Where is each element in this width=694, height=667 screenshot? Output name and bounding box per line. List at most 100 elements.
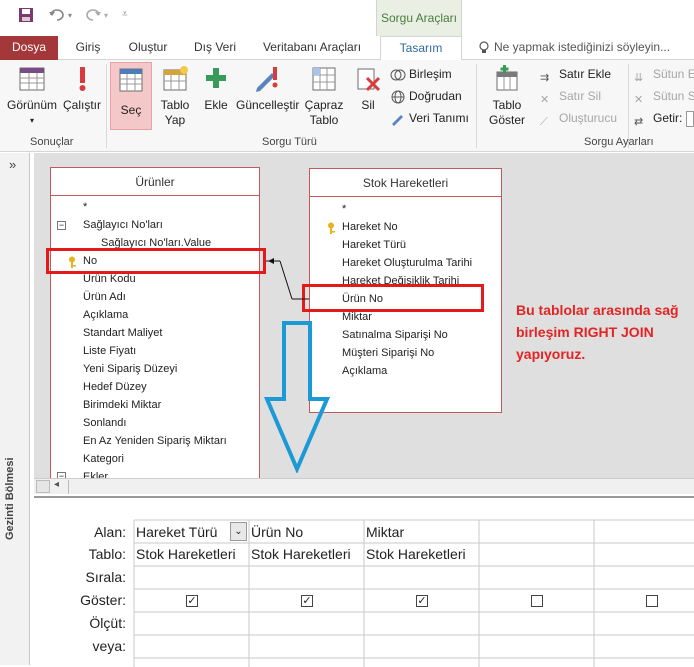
passthrough-label: Doğrudan (409, 89, 462, 103)
scroll-left-icon[interactable]: ◂ (54, 479, 59, 490)
show-checkbox[interactable]: ✓ (301, 595, 313, 607)
show-table-button[interactable]: Tablo Göster (482, 64, 532, 128)
insert-columns-button[interactable]: ⇊ Sütun Ek (634, 64, 694, 84)
run-label: Çalıştır (62, 98, 101, 112)
undo-icon[interactable] (48, 8, 66, 22)
grid-field-cell[interactable]: Hareket Türü (136, 524, 232, 540)
tell-me-input[interactable]: Ne yapmak istediğinizi söyleyin... (494, 36, 694, 60)
ribbon-separator (106, 64, 107, 148)
builder-button[interactable]: ⟋ Oluşturucu (540, 108, 617, 128)
lightbulb-icon (479, 41, 489, 53)
grid-row-label-sort: Sırala: (85, 569, 126, 585)
select-label: Seç (120, 103, 142, 117)
delete-query-icon (357, 68, 381, 92)
append-label: Ekle (204, 98, 228, 112)
show-checkbox[interactable] (646, 595, 658, 607)
delete-query-label: Sil (361, 98, 375, 112)
grid-row-label-table: Tablo: (88, 546, 126, 562)
union-icon (390, 69, 406, 81)
grid-row-label-or: veya: (92, 638, 126, 654)
nav-pane-toggle-icon[interactable]: » (9, 157, 16, 172)
ribbon: Görünüm ▾ Çalıştır Sonuçlar Seç Tablo Ya… (0, 60, 694, 152)
query-setup-group-label: Sorgu Ayarları (584, 136, 654, 148)
navigation-pane: » (0, 153, 30, 665)
run-button[interactable]: Çalıştır (60, 64, 104, 113)
insert-rows-button[interactable]: ⇉ Satır Ekle (540, 64, 611, 84)
show-table-icon (496, 65, 518, 91)
grid-table-cell[interactable]: Stok Hareketleri (251, 546, 363, 562)
scroll-thumb[interactable] (36, 480, 50, 493)
tab-design[interactable]: Tasarım (380, 36, 462, 61)
grid-lines (133, 519, 694, 667)
make-table-button[interactable]: Tablo Yap (154, 64, 196, 128)
table-design-area: Ürünler * − Sağlayıcı No'ları Sağlayıcı … (34, 153, 694, 479)
update-label: Güncelleştir (236, 98, 300, 112)
append-icon (206, 68, 226, 88)
insert-rows-label: Satır Ekle (559, 67, 612, 81)
crosstab-button[interactable]: Çapraz Tablo (302, 64, 346, 128)
show-checkbox[interactable]: ✓ (186, 595, 198, 607)
grid-table-cell[interactable]: Stok Hareketleri (366, 546, 478, 562)
delete-columns-icon: ✕ (634, 93, 644, 106)
union-label: Birleşim (409, 67, 452, 81)
insert-rows-icon: ⇉ (540, 71, 550, 84)
chevron-down-icon[interactable]: ⌄ (230, 522, 247, 541)
tab-home[interactable]: Giriş (68, 36, 108, 60)
grid-field-cell[interactable]: Ürün No (251, 524, 363, 540)
view-label: Görünüm (6, 98, 58, 112)
builder-label: Oluşturucu (559, 111, 618, 125)
select-query-icon (119, 68, 143, 92)
data-definition-label: Veri Tanımı (409, 111, 469, 125)
append-button[interactable]: Ekle (198, 64, 234, 113)
redo-icon[interactable] (84, 8, 102, 22)
return-icon: ⇄ (634, 115, 644, 128)
view-button[interactable]: Görünüm ▾ (4, 64, 60, 128)
make-table-label-1: Tablo (160, 98, 190, 112)
tab-create[interactable]: Oluştur (120, 36, 176, 60)
union-button[interactable]: Birleşim (390, 64, 452, 84)
delete-columns-button[interactable]: ✕ Sütun S (634, 86, 694, 106)
tab-file[interactable]: Dosya (0, 36, 58, 60)
delete-rows-icon: ✕ (540, 93, 550, 106)
return-input[interactable] (685, 110, 694, 127)
tab-external-data[interactable]: Dış Veri (186, 36, 244, 60)
results-group-label: Sonuçlar (30, 136, 74, 148)
scroll-divider (68, 480, 69, 494)
datasheet-view-icon (19, 67, 45, 91)
grid-row-label-show: Göster: (80, 592, 126, 608)
undo-dropdown-icon[interactable]: ▾ (68, 11, 72, 20)
delete-rows-button[interactable]: ✕ Satır Sil (540, 86, 601, 106)
crosstab-label-2: Tablo (309, 113, 339, 127)
contextual-tab-label: Sorgu Araçları (376, 0, 462, 36)
query-design-grid: Alan: Tablo: Sırala: Göster: Ölçüt: veya… (34, 496, 694, 667)
customize-qat-icon[interactable]: ⩡ (122, 9, 128, 20)
update-icon (256, 67, 278, 92)
globe-icon (391, 90, 405, 104)
show-checkbox[interactable]: ✓ (416, 595, 428, 607)
ribbon-separator (476, 64, 477, 148)
grid-row-label-criteria: Ölçüt: (89, 615, 126, 631)
show-checkbox[interactable] (531, 595, 543, 607)
crosstab-icon (312, 67, 336, 91)
down-arrow-icon (264, 321, 330, 473)
annotation-text: Bu tablolar arasında sağ birleşim RIGHT … (516, 302, 679, 362)
data-definition-button[interactable]: Veri Tanımı (390, 108, 469, 128)
delete-columns-label: Sütun S (653, 89, 694, 103)
delete-rows-label: Satır Sil (559, 89, 602, 103)
pencil-icon (392, 114, 403, 126)
redo-dropdown-icon[interactable]: ▾ (104, 11, 108, 20)
save-icon[interactable] (18, 7, 34, 23)
tab-database-tools[interactable]: Veritabanı Araçları (252, 36, 372, 60)
delete-query-button[interactable]: Sil (352, 64, 384, 113)
return-field[interactable]: ⇄ Getir: (634, 108, 694, 128)
update-button[interactable]: Güncelleştir (236, 64, 300, 113)
make-table-icon (163, 66, 188, 91)
crosstab-label-1: Çapraz (304, 98, 344, 112)
grid-table-cell[interactable]: Stok Hareketleri (136, 546, 248, 562)
grid-field-cell[interactable]: Miktar (366, 524, 478, 540)
select-query-button[interactable]: Seç (110, 62, 152, 130)
navigation-pane-label: Gezinti Bölmesi (4, 457, 16, 540)
passthrough-button[interactable]: Doğrudan (390, 86, 462, 106)
horizontal-scrollbar[interactable]: ◂ (34, 478, 694, 494)
wand-icon: ⟋ (540, 115, 548, 128)
